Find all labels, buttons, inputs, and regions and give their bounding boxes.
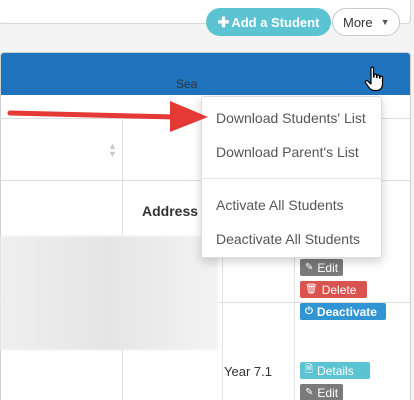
edit-label: Edit <box>317 385 339 400</box>
add-student-button[interactable]: ✚ Add a Student <box>206 8 331 36</box>
more-button[interactable]: More ▼ <box>332 8 400 36</box>
menu-item-activate-all[interactable]: Activate All Students <box>216 197 344 213</box>
search-label: Sea <box>176 77 198 91</box>
address-column-header[interactable]: Address <box>142 203 198 219</box>
panel-header <box>1 53 410 95</box>
add-student-label: Add a Student <box>231 14 320 30</box>
deactivate-button[interactable]: ⏻ Deactivate <box>300 303 386 320</box>
pencil-icon: ✎ <box>305 262 314 273</box>
blurred-student-info <box>0 236 218 350</box>
trash-icon: 🗑 <box>305 284 318 295</box>
document-icon: 🗎 <box>305 364 314 375</box>
pencil-icon: ✎ <box>305 387 314 398</box>
chevron-down-icon: ▼ <box>380 17 390 27</box>
details-button[interactable]: 🗎 Details <box>300 362 370 379</box>
more-dropdown-menu: Download Students' List Download Parent'… <box>201 96 382 258</box>
hand-cursor-icon <box>364 66 384 92</box>
details-label: Details <box>317 363 354 378</box>
menu-divider <box>202 178 381 179</box>
year-cell: Year 7.1 <box>224 364 272 379</box>
power-icon: ⏻ <box>305 306 313 317</box>
menu-item-deactivate-all[interactable]: Deactivate All Students <box>216 231 360 247</box>
delete-button[interactable]: 🗑 Delete <box>300 281 367 298</box>
edit-button[interactable]: ✎ Edit <box>300 259 344 276</box>
menu-item-download-students[interactable]: Download Students' List <box>216 110 366 126</box>
delete-label: Delete <box>321 282 357 297</box>
sort-icon[interactable]: ▲ ▼ <box>108 142 117 159</box>
edit-label: Edit <box>317 260 339 275</box>
plus-icon: ✚ <box>217 13 230 30</box>
deactivate-label: Deactivate <box>316 304 377 319</box>
menu-item-download-parents[interactable]: Download Parent's List <box>216 144 359 160</box>
more-label: More <box>343 14 373 30</box>
edit-button[interactable]: ✎ Edit <box>300 384 344 400</box>
